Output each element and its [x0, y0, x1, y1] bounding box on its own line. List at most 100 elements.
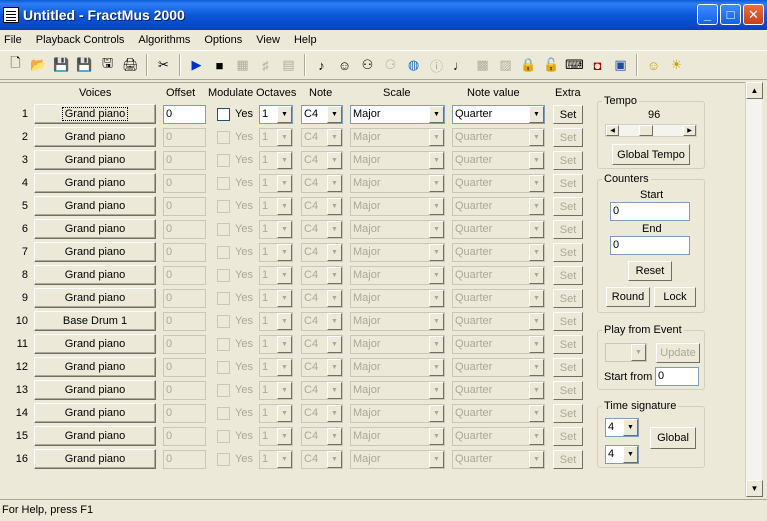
octaves-select[interactable]: 1 ▼ [259, 105, 293, 124]
extra-set-button[interactable]: Set [553, 220, 583, 239]
globe-icon[interactable]: ◍ [402, 54, 425, 76]
counters-end-input[interactable]: 0 [610, 236, 690, 255]
scale-select[interactable]: Major ▼ [350, 266, 445, 285]
chevron-down-icon[interactable]: ▼ [277, 428, 292, 445]
octaves-select[interactable]: 1 ▼ [259, 427, 293, 446]
chevron-down-icon[interactable]: ▼ [529, 428, 544, 445]
musician-icon[interactable]: ☺ [333, 54, 356, 76]
note-value-select[interactable]: Quarter ▼ [452, 312, 545, 331]
voice-button[interactable]: Grand piano [34, 150, 156, 170]
voice-button[interactable]: Grand piano [34, 104, 156, 124]
chevron-down-icon[interactable]: ▼ [327, 359, 342, 376]
note-value-select[interactable]: Quarter ▼ [452, 450, 545, 469]
lightbulb-icon[interactable]: ☀ [665, 54, 688, 76]
scale-select[interactable]: Major ▼ [350, 197, 445, 216]
chevron-down-icon[interactable]: ▼ [327, 428, 342, 445]
chevron-down-icon[interactable]: ▼ [529, 451, 544, 468]
modulate-checkbox[interactable] [217, 315, 230, 328]
event-select[interactable]: ▼ [605, 343, 647, 362]
note-value-select[interactable]: Quarter ▼ [452, 197, 545, 216]
chevron-down-icon[interactable]: ▼ [429, 267, 444, 284]
chevron-down-icon[interactable]: ▼ [327, 152, 342, 169]
scale-select[interactable]: Major ▼ [350, 358, 445, 377]
modulate-checkbox[interactable] [217, 223, 230, 236]
extra-set-button[interactable]: Set [553, 289, 583, 308]
voice-button[interactable]: Grand piano [34, 219, 156, 239]
scroll-left-icon[interactable]: ◀ [606, 125, 619, 136]
tempo-slider-thumb[interactable] [639, 125, 653, 136]
monitor-icon[interactable]: ▣ [609, 54, 632, 76]
chevron-down-icon[interactable]: ▼ [327, 313, 342, 330]
chevron-down-icon[interactable]: ▼ [277, 382, 292, 399]
voice-button[interactable]: Grand piano [34, 334, 156, 354]
scroll-up-icon[interactable]: ▲ [746, 82, 763, 99]
chevron-down-icon[interactable]: ▼ [327, 129, 342, 146]
note-select[interactable]: C4 ▼ [301, 220, 343, 239]
chevron-down-icon[interactable]: ▼ [277, 313, 292, 330]
chevron-down-icon[interactable]: ▼ [429, 244, 444, 261]
chevron-down-icon[interactable]: ▼ [429, 451, 444, 468]
chevron-down-icon[interactable]: ▼ [529, 106, 544, 123]
global-time-signature-button[interactable]: Global [650, 427, 696, 449]
chevron-down-icon[interactable]: ▼ [529, 198, 544, 215]
octaves-select[interactable]: 1 ▼ [259, 312, 293, 331]
chevron-down-icon[interactable]: ▼ [327, 382, 342, 399]
scale-select[interactable]: Major ▼ [350, 335, 445, 354]
modulate-checkbox[interactable] [217, 338, 230, 351]
chevron-down-icon[interactable]: ▼ [277, 152, 292, 169]
offset-input[interactable]: 0 [163, 404, 206, 423]
note-value-select[interactable]: Quarter ▼ [452, 151, 545, 170]
note-value-select[interactable]: Quarter ▼ [452, 266, 545, 285]
offset-input[interactable]: 0 [163, 335, 206, 354]
note-select[interactable]: C4 ▼ [301, 197, 343, 216]
chevron-down-icon[interactable]: ▼ [429, 175, 444, 192]
extra-set-button[interactable]: Set [553, 266, 583, 285]
image-icon[interactable]: ▨ [494, 54, 517, 76]
chevron-down-icon[interactable]: ▼ [429, 152, 444, 169]
chevron-down-icon[interactable]: ▼ [429, 129, 444, 146]
save-icon[interactable]: 💾 [50, 54, 73, 76]
modulate-checkbox[interactable] [217, 292, 230, 305]
modulate-checkbox[interactable] [217, 269, 230, 282]
chevron-down-icon[interactable]: ▼ [429, 290, 444, 307]
chevron-down-icon[interactable]: ▼ [529, 359, 544, 376]
lock-button[interactable]: Lock [654, 287, 696, 307]
note-select[interactable]: C4 ▼ [301, 128, 343, 147]
octaves-select[interactable]: 1 ▼ [259, 220, 293, 239]
close-button[interactable]: ✕ [743, 4, 764, 25]
note-select[interactable]: C4 ▼ [301, 427, 343, 446]
note-select[interactable]: C4 ▼ [301, 335, 343, 354]
offset-input[interactable]: 0 [163, 105, 206, 124]
chevron-down-icon[interactable]: ▼ [529, 129, 544, 146]
chevron-down-icon[interactable]: ▼ [529, 221, 544, 238]
menu-help[interactable]: Help [294, 34, 317, 46]
extra-set-button[interactable]: Set [553, 105, 583, 124]
note-select[interactable]: C4 ▼ [301, 243, 343, 262]
chevron-down-icon[interactable]: ▼ [623, 446, 638, 463]
scale-select[interactable]: Major ▼ [350, 450, 445, 469]
modulate-checkbox[interactable] [217, 108, 230, 121]
update-button[interactable]: Update [656, 343, 700, 363]
users-icon[interactable]: ⚆ [379, 54, 402, 76]
extra-set-button[interactable]: Set [553, 151, 583, 170]
chevron-down-icon[interactable]: ▼ [529, 152, 544, 169]
octaves-select[interactable]: 1 ▼ [259, 381, 293, 400]
offset-input[interactable]: 0 [163, 381, 206, 400]
eighth-note-icon[interactable]: ♩ [448, 54, 471, 76]
chevron-down-icon[interactable]: ▼ [277, 405, 292, 422]
offset-input[interactable]: 0 [163, 358, 206, 377]
chevron-down-icon[interactable]: ▼ [277, 244, 292, 261]
chevron-down-icon[interactable]: ▼ [529, 405, 544, 422]
offset-input[interactable]: 0 [163, 151, 206, 170]
scale-select[interactable]: Major ▼ [350, 312, 445, 331]
table-icon[interactable]: ▤ [277, 54, 300, 76]
voice-button[interactable]: Grand piano [34, 426, 156, 446]
chevron-down-icon[interactable]: ▼ [277, 198, 292, 215]
chevron-down-icon[interactable]: ▼ [429, 221, 444, 238]
note-value-select[interactable]: Quarter ▼ [452, 358, 545, 377]
offset-input[interactable]: 0 [163, 427, 206, 446]
modulate-checkbox[interactable] [217, 154, 230, 167]
chevron-down-icon[interactable]: ▼ [529, 336, 544, 353]
round-button[interactable]: Round [606, 287, 650, 307]
chevron-down-icon[interactable]: ▼ [277, 359, 292, 376]
